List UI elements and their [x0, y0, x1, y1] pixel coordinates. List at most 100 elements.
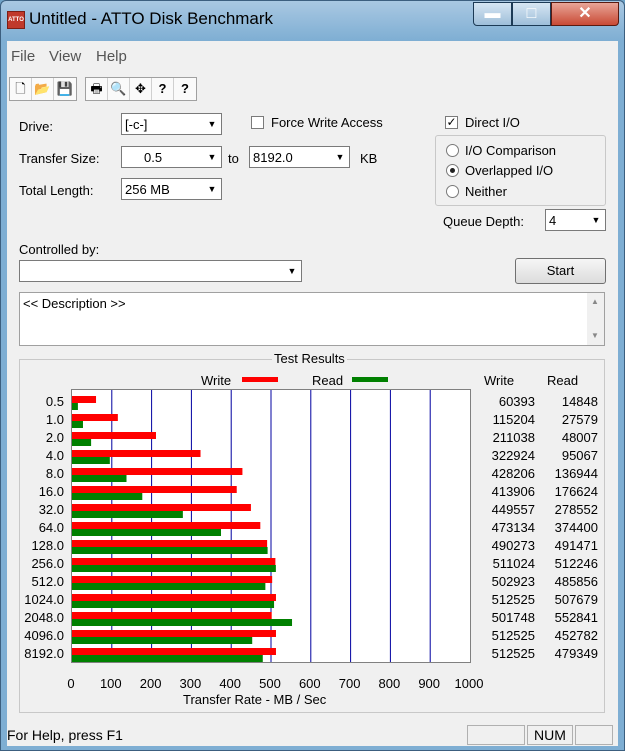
- read-bar: [72, 637, 253, 644]
- status-panel-blank-1: [467, 725, 525, 745]
- category-label: 32.0: [38, 502, 64, 517]
- overlapped-io-radio[interactable]: [446, 164, 459, 177]
- toolbar: 🗋 📂 💾 🖶 🔍 ✥ ? ?: [7, 74, 618, 102]
- force-write-checkbox[interactable]: [251, 116, 264, 129]
- read-bar: [72, 493, 143, 500]
- neither-radio[interactable]: [446, 185, 459, 198]
- status-text: For Help, press F1: [7, 727, 123, 743]
- write-value: 413906: [491, 484, 535, 499]
- category-label: 64.0: [38, 520, 64, 535]
- test-results-group: Test Results Write Read Write Read 0.5 1.…: [19, 351, 605, 713]
- total-length-select[interactable]: 256 MB ▼: [121, 178, 222, 200]
- start-button[interactable]: Start: [515, 258, 606, 284]
- write-value: 115204: [492, 412, 535, 427]
- write-bar: [72, 414, 118, 421]
- read-value: 14848: [561, 394, 598, 409]
- write-bar: [72, 504, 251, 511]
- minimize-button[interactable]: ▬: [473, 2, 512, 26]
- category-label: 4.0: [45, 448, 64, 463]
- read-value: 27579: [561, 412, 598, 427]
- menu-file[interactable]: File: [11, 48, 35, 65]
- write-bar: [72, 450, 201, 457]
- description-textarea[interactable]: << Description >> ▲ ▼: [19, 292, 605, 346]
- read-value: 552841: [554, 610, 598, 625]
- toolbar-print-group: 🖶 🔍 ✥ ? ?: [85, 77, 197, 101]
- x-tick-label: 800: [378, 676, 401, 691]
- read-value: 48007: [561, 430, 598, 445]
- queue-depth-value: 4: [549, 213, 557, 228]
- force-write-label: Force Write Access: [271, 115, 383, 130]
- write-value: 60393: [498, 394, 535, 409]
- write-value: 428206: [491, 466, 535, 481]
- read-bar: [72, 475, 127, 482]
- neither-label: Neither: [465, 184, 507, 199]
- chevron-down-icon: ▼: [587, 210, 605, 230]
- read-value: 479349: [554, 646, 598, 661]
- category-label: 8192.0: [24, 646, 64, 661]
- drive-select[interactable]: [-c-] ▼: [121, 113, 222, 135]
- open-folder-icon[interactable]: 📂: [32, 78, 54, 100]
- write-value: 473134: [491, 520, 535, 535]
- description-scrollbar[interactable]: ▲ ▼: [587, 293, 604, 345]
- column-read-header: Read: [547, 373, 579, 388]
- menu-view[interactable]: View: [49, 48, 81, 65]
- io-comparison-radio[interactable]: [446, 144, 459, 157]
- x-tick-label: 700: [338, 676, 361, 691]
- legend-write-label: Write: [201, 373, 232, 388]
- scroll-down-icon[interactable]: ▼: [591, 331, 599, 340]
- category-label: 4096.0: [24, 628, 64, 643]
- direct-io-checkbox[interactable]: ✓: [445, 116, 458, 129]
- queue-depth-select[interactable]: 4 ▼: [545, 209, 606, 231]
- move-icon[interactable]: ✥: [130, 78, 152, 100]
- app-window: ATTO Untitled - ATTO Disk Benchmark ▬ □ …: [0, 0, 625, 751]
- category-label: 1.0: [45, 412, 64, 427]
- scroll-up-icon[interactable]: ▲: [591, 297, 599, 306]
- write-bar: [72, 612, 272, 619]
- transfer-size-from-select[interactable]: 0.5 ▼: [121, 146, 222, 168]
- read-bar: [72, 457, 110, 464]
- status-num-indicator: NUM: [527, 725, 573, 745]
- title-bar[interactable]: ATTO Untitled - ATTO Disk Benchmark ▬ □ …: [1, 1, 624, 39]
- transfer-size-to-select[interactable]: 8192.0 ▼: [249, 146, 350, 168]
- chevron-down-icon: ▼: [203, 179, 221, 199]
- x-tick-label: 100: [99, 676, 122, 691]
- read-value: 491471: [554, 538, 598, 553]
- print-preview-icon[interactable]: 🔍: [108, 78, 130, 100]
- menu-bar: File View Help: [7, 41, 618, 71]
- read-value: 374400: [554, 520, 598, 535]
- maximize-button[interactable]: □: [512, 2, 551, 26]
- write-bar: [72, 594, 276, 601]
- controlled-by-label: Controlled by:: [19, 242, 100, 257]
- x-tick-label: 400: [219, 676, 242, 691]
- write-value: 449557: [491, 502, 535, 517]
- client-area: File View Help 🗋 📂 💾 🖶 🔍 ✥ ? ? Drive: [-…: [7, 41, 618, 746]
- write-value: 512525: [491, 646, 535, 661]
- toolbar-file-group: 🗋 📂 💾: [9, 77, 77, 101]
- context-help-icon[interactable]: ?: [174, 78, 196, 100]
- total-length-label: Total Length:: [19, 183, 94, 198]
- save-icon[interactable]: 💾: [54, 78, 76, 100]
- drive-value: [-c-]: [125, 117, 148, 132]
- direct-io-label: Direct I/O: [465, 115, 520, 130]
- print-icon[interactable]: 🖶: [86, 78, 108, 100]
- write-value: 211038: [492, 430, 535, 445]
- menu-help[interactable]: Help: [96, 48, 127, 65]
- write-value: 322924: [491, 448, 535, 463]
- controlled-by-select[interactable]: ▼: [19, 260, 302, 282]
- new-file-icon[interactable]: 🗋: [10, 78, 32, 100]
- chevron-down-icon: ▼: [331, 147, 349, 167]
- atto-app-icon[interactable]: ATTO: [7, 11, 25, 29]
- read-bar: [72, 583, 266, 590]
- test-results-title: Test Results: [272, 351, 347, 366]
- category-label: 8.0: [45, 466, 64, 481]
- help-icon[interactable]: ?: [152, 78, 174, 100]
- close-button[interactable]: ✕: [551, 2, 619, 26]
- description-text: << Description >>: [23, 296, 126, 311]
- status-panel-blank-2: [575, 725, 613, 745]
- x-axis-label: Transfer Rate - MB / Sec: [183, 692, 327, 707]
- legend-read-swatch: [352, 377, 388, 382]
- transfer-size-label: Transfer Size:: [19, 151, 100, 166]
- read-bar: [72, 547, 268, 554]
- write-value: 502923: [491, 574, 535, 589]
- read-value: 485856: [554, 574, 598, 589]
